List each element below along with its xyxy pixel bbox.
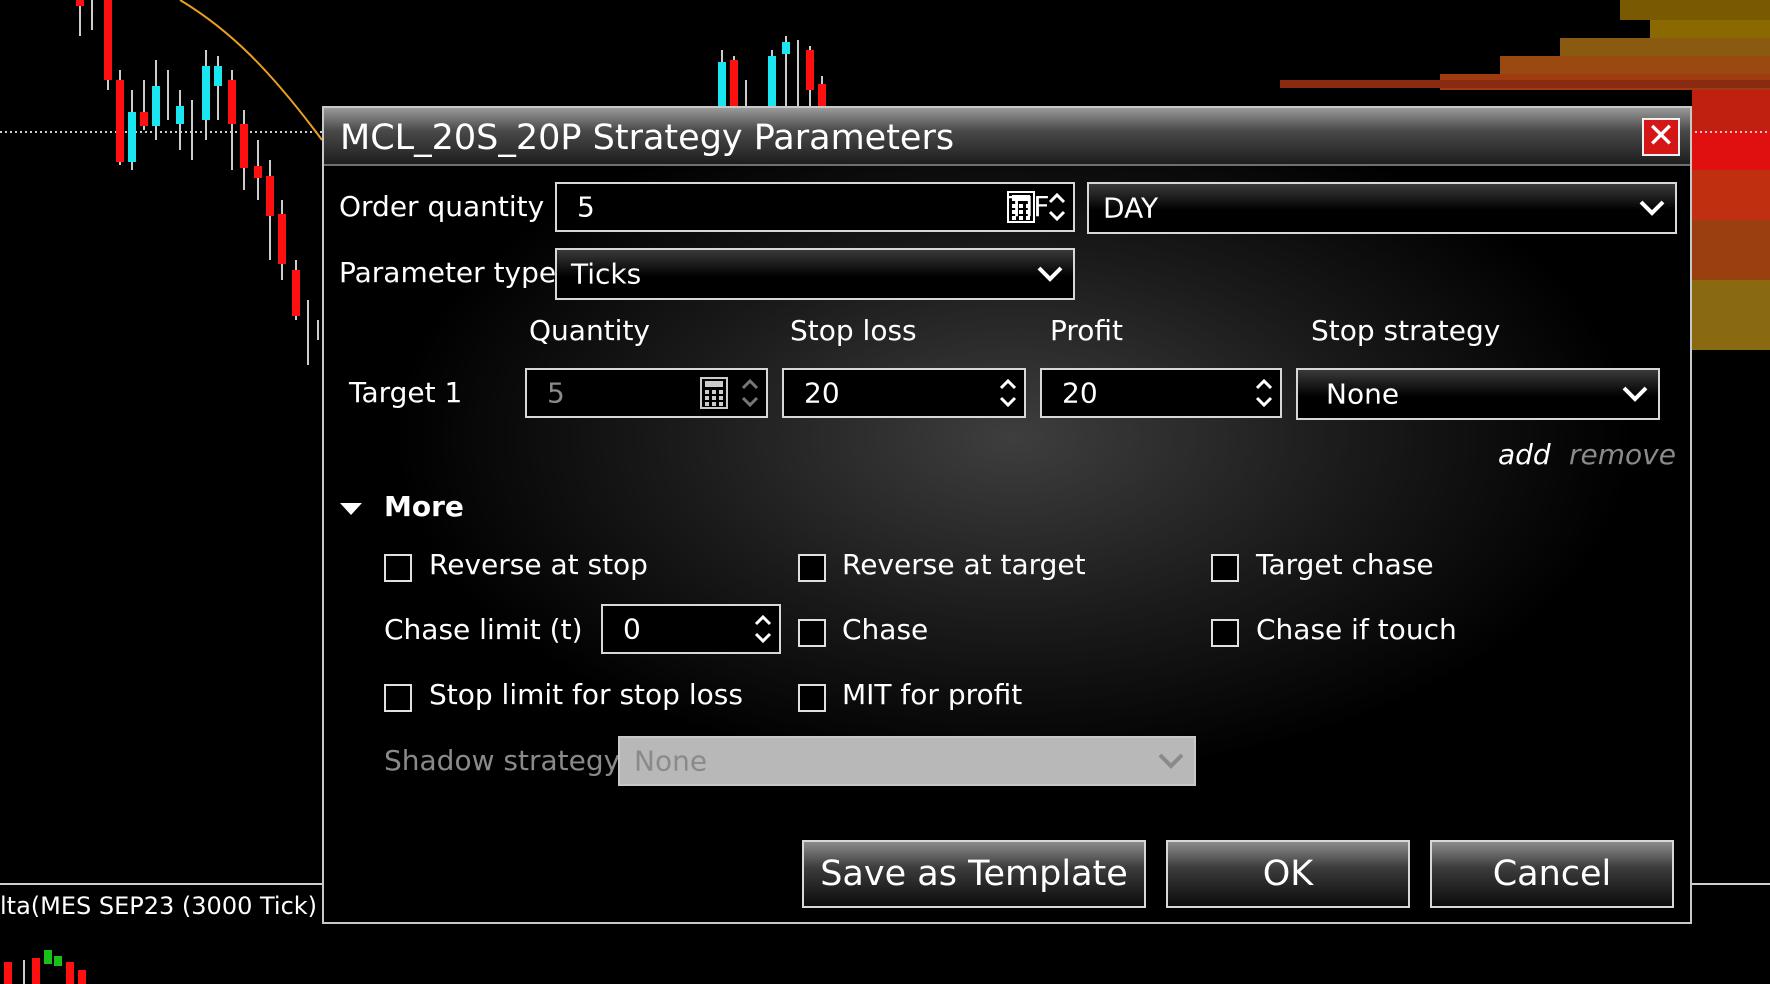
stop-loss-spinner-icon[interactable]	[998, 376, 1018, 410]
reverse-at-target-label: Reverse at target	[842, 548, 1086, 581]
calculator-icon[interactable]	[700, 377, 728, 409]
close-button[interactable]: ✕	[1642, 118, 1680, 156]
target-1-stop-loss-input[interactable]: 20	[782, 368, 1026, 418]
save-as-template-button[interactable]: Save as Template	[802, 840, 1146, 908]
collapse-triangle-icon[interactable]	[338, 500, 364, 518]
order-quantity-label: Order quantity	[339, 190, 545, 223]
more-section-label[interactable]: More	[384, 490, 464, 523]
header-stop-loss: Stop loss	[790, 314, 917, 347]
shadow-strategy-label: Shadow strategy	[384, 744, 621, 777]
parameter-type-label: Parameter type	[339, 256, 557, 289]
chase-if-touch-label: Chase if touch	[1256, 613, 1457, 646]
target-1-profit-input[interactable]: 20	[1040, 368, 1282, 418]
target-1-quantity-value: 5	[547, 376, 565, 410]
order-quantity-value: 5	[577, 190, 595, 224]
parameter-type-value: Ticks	[571, 257, 642, 291]
chevron-down-icon	[1158, 753, 1184, 769]
close-icon: ✕	[1646, 116, 1676, 156]
target-1-stop-strategy-value: None	[1326, 377, 1400, 411]
stop-limit-for-stop-loss-label: Stop limit for stop loss	[429, 678, 743, 711]
tif-label: TIF	[1008, 190, 1050, 223]
chase-limit-label: Chase limit (t)	[384, 613, 583, 646]
reverse-at-stop-checkbox[interactable]	[384, 554, 412, 582]
ok-button[interactable]: OK	[1166, 840, 1410, 908]
chase-if-touch-checkbox[interactable]	[1211, 619, 1239, 647]
dialog-titlebar[interactable]: MCL_20S_20P Strategy Parameters ✕	[324, 108, 1690, 166]
dialog-title: MCL_20S_20P Strategy Parameters	[340, 118, 955, 158]
header-stop-strategy: Stop strategy	[1311, 314, 1501, 347]
chase-limit-input[interactable]: 0	[601, 604, 781, 654]
reverse-at-stop-label: Reverse at stop	[429, 548, 648, 581]
tif-value: DAY	[1103, 191, 1159, 225]
strategy-parameters-dialog: MCL_20S_20P Strategy Parameters ✕ Order …	[322, 106, 1692, 924]
order-quantity-spinner-icon[interactable]	[1047, 190, 1067, 224]
cancel-button[interactable]: Cancel	[1430, 840, 1674, 908]
reverse-at-target-checkbox[interactable]	[798, 554, 826, 582]
chase-checkbox[interactable]	[798, 619, 826, 647]
target-1-profit-value: 20	[1062, 376, 1098, 410]
order-quantity-input[interactable]: 5	[555, 182, 1075, 232]
chevron-down-icon	[1037, 266, 1063, 282]
tif-select[interactable]: DAY	[1087, 182, 1677, 234]
mit-for-profit-checkbox[interactable]	[798, 684, 826, 712]
chase-limit-spinner-icon[interactable]	[753, 612, 773, 646]
target-1-quantity-input[interactable]: 5	[525, 368, 768, 418]
mit-for-profit-label: MIT for profit	[842, 678, 1023, 711]
chevron-down-icon	[1639, 200, 1665, 216]
chase-label: Chase	[842, 613, 929, 646]
profit-spinner-icon[interactable]	[1254, 376, 1274, 410]
moving-average-line	[179, 0, 323, 141]
target-1-label: Target 1	[349, 376, 463, 409]
chevron-down-icon	[1622, 386, 1648, 402]
indicator-label: lta(MES SEP23 (3000 Tick)	[0, 892, 318, 920]
remove-target-link[interactable]: remove	[1569, 438, 1676, 471]
target-1-stop-loss-value: 20	[804, 376, 840, 410]
add-target-link[interactable]: add	[1498, 438, 1551, 471]
header-quantity: Quantity	[529, 314, 650, 347]
header-profit: Profit	[1050, 314, 1124, 347]
chase-limit-value: 0	[623, 612, 641, 646]
target-1-stop-strategy-select[interactable]: None	[1296, 368, 1660, 420]
target-chase-label: Target chase	[1256, 548, 1434, 581]
shadow-strategy-value: None	[634, 744, 708, 778]
target-1-quantity-spinner-icon[interactable]	[740, 376, 760, 410]
target-chase-checkbox[interactable]	[1211, 554, 1239, 582]
shadow-strategy-select[interactable]: None	[618, 736, 1196, 786]
stop-limit-for-stop-loss-checkbox[interactable]	[384, 684, 412, 712]
parameter-type-select[interactable]: Ticks	[555, 248, 1075, 300]
